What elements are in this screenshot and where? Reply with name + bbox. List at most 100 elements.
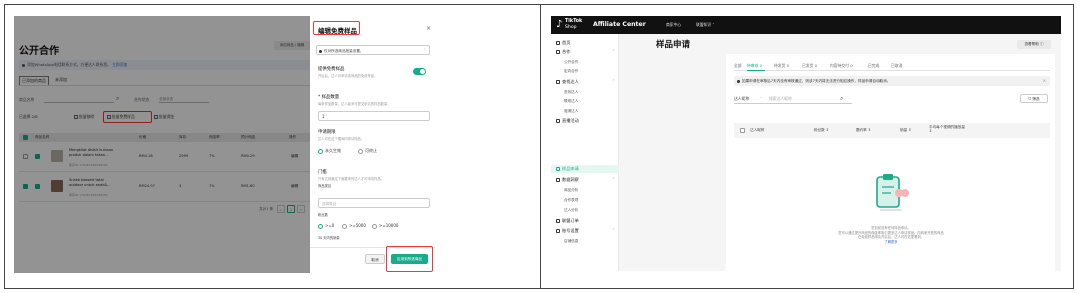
account-icon [556, 229, 560, 233]
period-sub: 达人可在这个期间内申请样品。 [318, 137, 365, 141]
left-panel: 公开合作 添加商品 / 编辑 添加WhatsApp电话联系方式，方便达人联系您。… [14, 16, 435, 273]
top-nav-bar: ♪ TikTok Shop Affiliate Center 商家中心 联盟知识… [551, 16, 1061, 34]
sample-qty-sub: 每条样品数量，达人最多可提交申请的样品数量。 [318, 102, 391, 106]
period-permanent-radio[interactable]: 永久生效 [318, 148, 341, 154]
free-sample-toggle[interactable] [413, 68, 426, 75]
help-button[interactable]: 查看帮助 ⓘ [1017, 40, 1051, 49]
sidebar-item-live[interactable]: 直播活动 [556, 118, 579, 124]
period-permanent-label: 永久生效 [325, 148, 341, 153]
nav-affiliate-knowledge[interactable]: 联盟知识 ˅ [696, 22, 714, 28]
chevron-up-icon: ^ [612, 177, 616, 181]
cancel-button[interactable]: 取消 [365, 254, 385, 264]
sidebar-item-collab-performance[interactable]: 合作表现 [564, 198, 578, 203]
period-terminable-radio[interactable]: 可终止 [358, 148, 377, 154]
fans-label: 粉丝数 [318, 213, 328, 217]
period-terminable-label: 可终止 [365, 148, 377, 153]
filter-select[interactable]: 达人昵称 [734, 96, 749, 101]
order-icon [556, 219, 560, 223]
col-avg-views[interactable]: 平均每个视频的播放量 ⇕ [929, 125, 967, 134]
col-fulfillment[interactable]: 履约率 ⇕ [856, 128, 871, 133]
sample-qty-input[interactable]: 1 [318, 111, 430, 121]
empty-state-text: 您目前没有任何样品申请。 您可以通过提升商品的佣金率吸引更多达人申请样品。向商家… [806, 226, 976, 244]
active-tab-underline [747, 69, 765, 71]
col-followers[interactable]: 粉丝数 ⇕ [814, 128, 829, 133]
chevron-up-icon: ^ [612, 228, 616, 232]
sidebar-item-label: 首页 [562, 40, 571, 45]
sidebar-group-collab[interactable]: 合作 ^ [556, 49, 615, 55]
sidebar-group-creators[interactable]: 查找达人 ^ [556, 79, 615, 85]
tab-all[interactable]: 全部 [734, 63, 742, 69]
category-select[interactable]: 选择类目 [318, 198, 430, 208]
sidebar-item-shop-info[interactable]: 店铺信息 [564, 239, 578, 244]
sample-icon [556, 167, 560, 171]
right-panel: ♪ TikTok Shop Affiliate Center 商家中心 联盟知识… [551, 16, 1061, 271]
free-sample-toggle-sub: 开启后，达人可申请该商品的免费样品。 [318, 74, 378, 78]
chart-icon [556, 178, 560, 182]
sidebar-item-home[interactable]: 首页 [556, 40, 570, 46]
sidebar-item-label: 数据洞察 [562, 177, 579, 182]
brand-line1: TikTok [565, 19, 583, 24]
threshold-title: 门槛 [318, 170, 327, 175]
col-sales[interactable]: 销量 ⇕ [900, 128, 911, 133]
highlight-box-title [313, 21, 360, 35]
info-icon [319, 49, 322, 53]
tab-divider [734, 70, 1050, 71]
close-icon[interactable]: × [426, 25, 431, 32]
category-label: 商品类目 [318, 184, 332, 188]
sidebar-item-sample-request[interactable]: 样品申请 [556, 166, 579, 172]
empty-clipboard-icon [876, 174, 909, 211]
tab-content-pending[interactable]: 内容待交付 0 [830, 63, 853, 69]
tab-canceled[interactable]: 已取消 [891, 63, 902, 69]
fans-option-0[interactable]: >=0 [318, 223, 334, 229]
sample-qty-title: * 样品数量 [318, 95, 340, 100]
edit-free-sample-drawer: 编辑免费样品 × 仅对所选商品批量设置。 ˅ 提供免费样品 开启后，达人可申请该… [310, 16, 435, 273]
app-name: Affiliate Center [593, 21, 646, 28]
sidebar-item-target-collab[interactable]: 定向合作 [564, 69, 578, 74]
selection-notice[interactable]: 仅对所选商品批量设置。 ˅ [316, 45, 430, 55]
nav-seller-center[interactable]: 商家中心 [666, 22, 681, 28]
info-icon [737, 79, 740, 83]
filter-search-input[interactable]: 搜索达人昵称 [769, 94, 792, 104]
tab-pending-review[interactable]: 待审核 0 [747, 63, 762, 69]
radio-off-icon [342, 223, 347, 229]
search-icon[interactable]: ⌕ [840, 94, 843, 103]
tab-completed[interactable]: 已完成 [868, 63, 879, 69]
sidebar: 首页 合作 ^ 公开合作 定向合作 查找达人 ^ 查找达人 联络达人 邀请达人 直播… [551, 34, 619, 271]
radio-on-icon [318, 223, 323, 229]
creator-filter[interactable]: 达人昵称 ˅ 搜索达人昵称 ⌕ [734, 94, 852, 104]
sidebar-item-product-analysis[interactable]: 商品分析 [564, 188, 578, 193]
sidebar-group-insights[interactable]: 数据洞察 ^ [556, 177, 615, 183]
sidebar-item-contact-creators[interactable]: 联络达人 [564, 99, 578, 104]
period-title: 申请期限 [318, 130, 336, 135]
sidebar-item-invite-creators[interactable]: 邀请达人 [564, 109, 578, 114]
sidebar-group-account[interactable]: 账号设置 ^ [556, 228, 615, 234]
learn-more-link[interactable]: 了解更多 [806, 240, 976, 245]
chevron-up-icon: ^ [612, 79, 616, 83]
person-icon [556, 80, 560, 84]
fans-option-10000-label: >=10000 [379, 223, 399, 228]
sidebar-item-orders[interactable]: 联盟订单 [556, 218, 579, 224]
fans-option-10000[interactable]: >=10000 [372, 223, 398, 229]
free-sample-toggle-title: 提供免费样品 [318, 67, 345, 72]
fans-option-5000[interactable]: >=5000 [342, 223, 366, 229]
tiktok-logo-icon: ♪ [556, 19, 563, 30]
sidebar-item-open-collab[interactable]: 公开合作 [564, 60, 578, 65]
live-icon [556, 119, 560, 123]
modal-overlay[interactable] [14, 16, 310, 273]
sample-request-card: 全部 待审核 0 待发货 0 已发货 0 内容待交付 0 已完成 已取消 如果申… [726, 54, 1055, 271]
filter-button[interactable]: ⛉ 筛选 [1020, 94, 1048, 103]
notice-banner: 如果申请在审核后7天内没有审核通过，则该7天内将无法进行相应操作，样品申请自动取… [734, 76, 1050, 86]
tab-shipped[interactable]: 已发货 0 [802, 63, 817, 69]
sidebar-item-find-creators[interactable]: 查找达人 [564, 90, 578, 95]
sidebar-item-label: 联盟订单 [562, 218, 579, 223]
sidebar-item-label: 查找达人 [562, 79, 579, 84]
select-all-checkbox[interactable] [740, 128, 745, 133]
radio-on-icon [318, 148, 323, 154]
sidebar-item-creator-analysis[interactable]: 达人分析 [564, 208, 578, 213]
sidebar-item-label: 账号设置 [562, 228, 579, 233]
fans-option-0-label: >=0 [325, 223, 335, 228]
table-header: 达人昵称 粉丝数 ⇕ 履约率 ⇕ 销量 ⇕ 平均每个视频的播放量 ⇕ [734, 123, 1050, 138]
col-creator: 达人昵称 [750, 128, 765, 132]
tab-pending-ship[interactable]: 待发货 0 [774, 63, 789, 69]
close-icon[interactable]: × [1043, 76, 1046, 86]
